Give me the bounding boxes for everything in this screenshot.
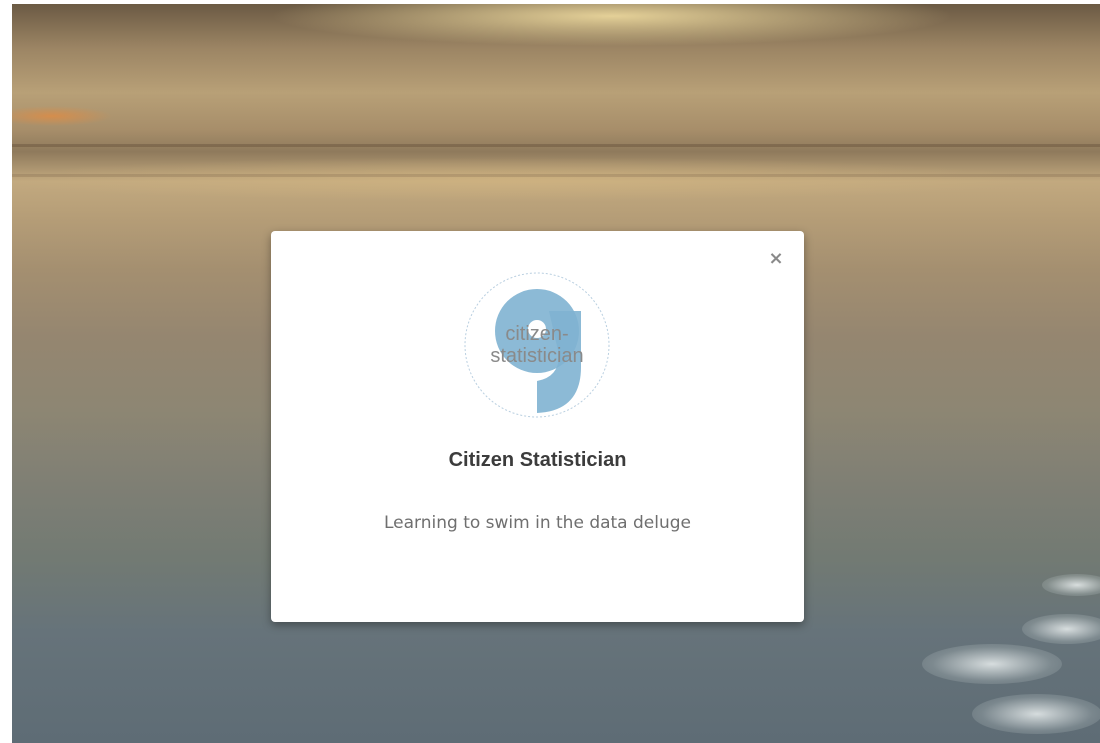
logo-line-2: statistician	[490, 345, 584, 367]
site-title: Citizen Statistician	[448, 449, 627, 471]
horizon-streak	[12, 144, 1100, 147]
logo-wordmark: citizen- statistician	[463, 271, 611, 419]
wave-foam	[972, 694, 1100, 734]
about-modal: × citizen- statistician Citizen Statisti…	[271, 231, 804, 622]
horizon-streak	[12, 174, 1100, 177]
close-button[interactable]: ×	[766, 249, 786, 269]
wave-foam	[922, 644, 1062, 684]
site-logo: citizen- statistician	[463, 271, 611, 419]
site-tagline: Learning to swim in the data deluge	[383, 513, 692, 533]
wave-foam	[1042, 574, 1100, 596]
wave-foam	[1022, 614, 1100, 644]
logo-line-1: citizen-	[505, 323, 569, 345]
